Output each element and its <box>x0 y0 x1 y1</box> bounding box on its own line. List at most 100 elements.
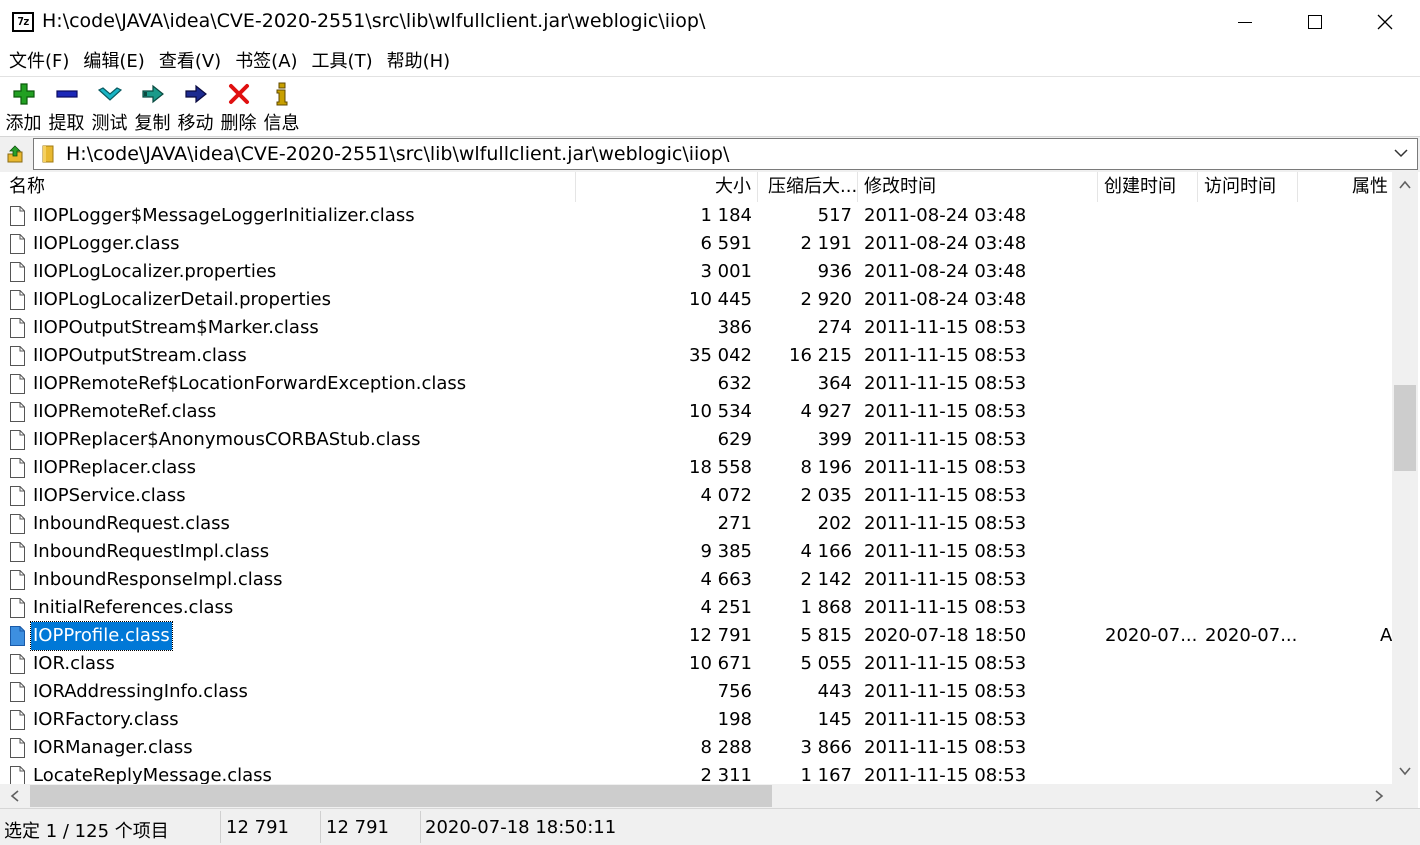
file-packed-size: 364 <box>817 373 852 394</box>
file-icon <box>10 346 25 366</box>
file-row[interactable]: IIOPOutputStream$Marker.class 386 274 2011-… <box>0 314 1392 342</box>
column-created[interactable]: 创建时间 <box>1098 172 1198 202</box>
column-packed[interactable]: 压缩后大... <box>758 172 858 202</box>
list-header: 名称 大小 压缩后大... 修改时间 创建时间 访问时间 属性 <box>0 172 1392 202</box>
file-row[interactable]: IIOPLogger.class 6 591 2 191 2011-08-24 03:… <box>0 230 1392 258</box>
scroll-up-icon[interactable] <box>1398 178 1412 192</box>
column-size[interactable]: 大小 <box>576 172 758 202</box>
file-row[interactable]: IORAddressingInfo.class 756 443 2011-11-15 … <box>0 678 1392 706</box>
up-folder-button[interactable] <box>4 143 26 165</box>
file-name: IIOPLogger$MessageLoggerInitializer.clas… <box>33 205 415 226</box>
title-bar: 7z H:\code\JAVA\idea\CVE-2020-2551\src\l… <box>0 0 1420 44</box>
column-attributes[interactable]: 属性 <box>1298 172 1394 202</box>
file-icon <box>10 542 25 562</box>
file-name: IOR.class <box>33 653 115 674</box>
status-divider <box>420 811 421 843</box>
file-packed-size: 2 191 <box>800 233 852 254</box>
file-row[interactable]: IIOPReplacer.class 18 558 8 196 2011-11-15 … <box>0 454 1392 482</box>
horizontal-scroll-thumb[interactable] <box>30 785 772 807</box>
menu-file[interactable]: 文件(F) <box>2 47 76 73</box>
file-row[interactable]: IIOPLogger$MessageLoggerInitializer.clas… <box>0 202 1392 230</box>
delete-button[interactable]: 删除 <box>217 77 260 136</box>
file-icon <box>10 626 25 646</box>
file-row[interactable]: InboundResponseImpl.class 4 663 2 142 2011-… <box>0 566 1392 594</box>
file-packed-size: 2 142 <box>800 569 852 590</box>
minimize-button[interactable] <box>1210 0 1280 44</box>
column-modified[interactable]: 修改时间 <box>858 172 1098 202</box>
menu-edit[interactable]: 编辑(E) <box>76 47 151 73</box>
scroll-right-icon[interactable] <box>1372 789 1386 803</box>
file-name: InboundResponseImpl.class <box>33 569 283 590</box>
file-row[interactable]: IIOPRemoteRef.class 10 534 4 927 2011-11-15… <box>0 398 1392 426</box>
file-size: 6 591 <box>700 233 752 254</box>
file-icon <box>10 710 25 730</box>
file-row[interactable]: IORFactory.class 198 145 2011-11-15 08:53 <box>0 706 1392 734</box>
chevron-down-icon[interactable] <box>1393 143 1409 163</box>
file-row[interactable]: IIOPLogLocalizer.properties 3 001 936 2011-… <box>0 258 1392 286</box>
close-button[interactable] <box>1350 0 1420 44</box>
scrollbar-corner <box>1392 784 1418 808</box>
file-size: 10 671 <box>689 653 752 674</box>
path-input[interactable]: H:\code\JAVA\idea\CVE-2020-2551\src\lib\… <box>33 138 1418 170</box>
status-bar: 选定 1 / 125 个项目 12 791 12 791 2020-07-18 … <box>0 808 1420 845</box>
file-row[interactable]: InitialReferences.class 4 251 1 868 2011-11… <box>0 594 1392 622</box>
file-row[interactable]: IIOPService.class 4 072 2 035 2011-11-15 08… <box>0 482 1392 510</box>
menu-bookmarks[interactable]: 书签(A) <box>228 47 304 73</box>
file-row[interactable]: InboundRequest.class 271 202 2011-11-15 08:… <box>0 510 1392 538</box>
file-row[interactable]: IIOPOutputStream.class 35 042 16 215 2011-1… <box>0 342 1392 370</box>
file-row[interactable]: InboundRequestImpl.class 9 385 4 166 2011-1… <box>0 538 1392 566</box>
7zip-app-icon[interactable]: 7z <box>12 12 34 32</box>
copy-button[interactable]: 复制 <box>131 77 174 136</box>
file-packed-size: 2 035 <box>800 485 852 506</box>
menu-view[interactable]: 查看(V) <box>152 47 228 73</box>
file-packed-size: 8 196 <box>800 457 852 478</box>
file-row[interactable]: IORManager.class 8 288 3 866 2011-11-15 08:… <box>0 734 1392 762</box>
horizontal-scrollbar[interactable] <box>0 784 1392 808</box>
scroll-left-icon[interactable] <box>8 789 22 803</box>
file-icon <box>10 486 25 506</box>
delete-label: 删除 <box>220 113 257 134</box>
file-modified: 2011-08-24 03:48 <box>864 205 1027 226</box>
add-button[interactable]: 添加 <box>2 77 45 136</box>
menu-help[interactable]: 帮助(H) <box>380 47 458 73</box>
file-name: IIOPOutputStream.class <box>33 345 247 366</box>
file-icon <box>10 234 25 254</box>
file-size: 629 <box>717 429 752 450</box>
file-icon <box>10 318 25 338</box>
move-button[interactable]: 移动 <box>174 77 217 136</box>
file-size: 10 445 <box>689 289 752 310</box>
vertical-scroll-thumb[interactable] <box>1394 385 1416 471</box>
file-row[interactable]: IIOPRemoteRef$LocationForwardException.c… <box>0 370 1392 398</box>
test-button[interactable]: 测试 <box>88 77 131 136</box>
column-accessed[interactable]: 访问时间 <box>1198 172 1298 202</box>
file-size: 756 <box>717 681 752 702</box>
file-icon <box>10 402 25 422</box>
file-row[interactable]: IIOPLogLocalizerDetail.properties 10 445 2… <box>0 286 1392 314</box>
menu-bar: 文件(F) 编辑(E) 查看(V) 书签(A) 工具(T) 帮助(H) <box>0 44 1420 76</box>
extract-button[interactable]: 提取 <box>45 77 88 136</box>
file-accessed: 2020-07... <box>1205 625 1298 646</box>
file-size: 2 311 <box>700 765 752 784</box>
copy-label: 复制 <box>134 113 171 134</box>
scroll-down-icon[interactable] <box>1398 764 1412 778</box>
info-icon <box>276 82 287 106</box>
column-name[interactable]: 名称 <box>0 172 576 202</box>
file-row[interactable]: IOPProfile.class 12 791 5 815 2020-07-18 18… <box>0 621 1392 651</box>
file-packed-size: 399 <box>817 429 852 450</box>
file-row[interactable]: IOR.class 10 671 5 055 2011-11-15 08:53 <box>0 650 1392 678</box>
file-packed-size: 4 166 <box>800 541 852 562</box>
file-name: IIOPLogger.class <box>33 233 180 254</box>
delete-icon <box>228 84 249 104</box>
file-packed-size: 4 927 <box>800 401 852 422</box>
file-row[interactable]: IIOPReplacer$AnonymousCORBAStub.class 629… <box>0 426 1392 454</box>
menu-tools[interactable]: 工具(T) <box>305 47 380 73</box>
info-button[interactable]: 信息 <box>260 77 303 136</box>
file-modified: 2020-07-18 18:50 <box>864 625 1027 646</box>
file-name: IIOPLogLocalizer.properties <box>33 261 277 282</box>
file-name: IIOPReplacer.class <box>33 457 196 478</box>
file-name: InitialReferences.class <box>33 597 234 618</box>
vertical-scrollbar[interactable] <box>1392 172 1418 784</box>
maximize-button[interactable] <box>1280 0 1350 44</box>
file-size: 386 <box>717 317 752 338</box>
file-row[interactable]: LocateReplyMessage.class 2 311 1 167 2011-1… <box>0 762 1392 784</box>
